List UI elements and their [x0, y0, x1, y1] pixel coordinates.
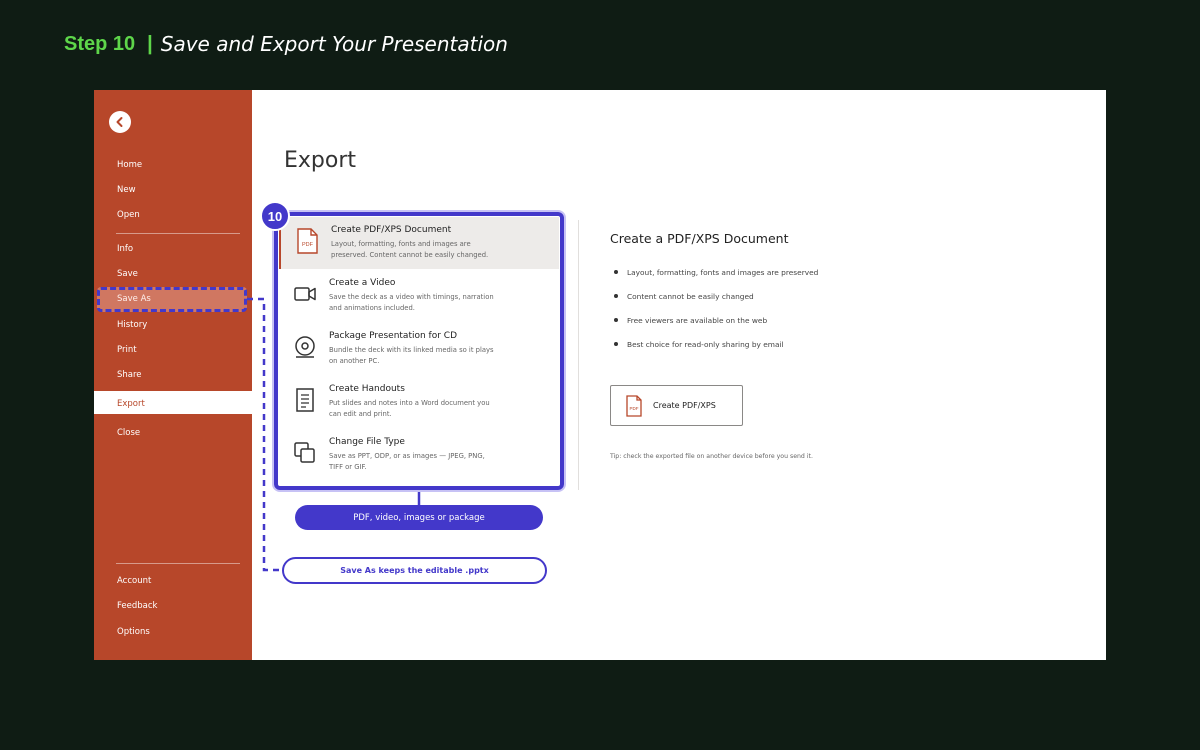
bullet-dot: [614, 342, 618, 346]
step-number-badge: 10: [260, 201, 290, 231]
step-separator: |: [147, 32, 153, 55]
bullet-dot: [614, 318, 618, 322]
detail-bullet: Content cannot be easily changed: [614, 292, 754, 301]
sidebar-item-options[interactable]: Options: [117, 627, 150, 637]
sidebar-item-export[interactable]: Export: [117, 399, 145, 409]
arrow-left-icon: [116, 117, 123, 127]
step-label: Step 10: [64, 32, 136, 55]
save-as-label: Save As keeps the editable .pptx: [282, 557, 547, 584]
sidebar-item-close[interactable]: Close: [117, 428, 140, 438]
bullet-text: Layout, formatting, fonts and images are…: [627, 268, 819, 277]
sidebar-item-feedback[interactable]: Feedback: [117, 601, 157, 611]
bullet-text: Free viewers are available on the web: [627, 316, 768, 325]
sidebar-item-account[interactable]: Account: [117, 576, 151, 586]
svg-text:PDF: PDF: [630, 406, 639, 411]
back-button[interactable]: [109, 111, 131, 133]
pdf-icon: PDF: [626, 395, 642, 417]
bullet-text: Best choice for read-only sharing by ema…: [627, 340, 784, 349]
save-as-highlight: [97, 287, 247, 312]
sidebar-item-history[interactable]: History: [117, 320, 147, 330]
sidebar-item-open[interactable]: Open: [117, 210, 140, 220]
detail-title: Create a PDF/XPS Document: [610, 231, 789, 246]
step-header: Step 10 | Save and Export Your Presentat…: [64, 32, 508, 56]
detail-bullet: Free viewers are available on the web: [614, 316, 768, 325]
sidebar-item-share[interactable]: Share: [117, 370, 142, 380]
sidebar-item-save[interactable]: Save: [117, 269, 138, 279]
export-options-label: PDF, video, images or package: [295, 505, 543, 530]
step-title: Save and Export Your Presentation: [160, 32, 508, 56]
bullet-dot: [614, 270, 618, 274]
sidebar-item-new[interactable]: New: [117, 185, 136, 195]
detail-divider: [578, 220, 579, 490]
backstage-sidebar: Home New Open Info Save Save As History …: [94, 90, 252, 660]
sidebar-divider: [116, 233, 240, 234]
sidebar-item-info[interactable]: Info: [117, 244, 133, 254]
sidebar-item-home[interactable]: Home: [117, 160, 142, 170]
sidebar-divider: [116, 563, 240, 564]
detail-bullet: Best choice for read-only sharing by ema…: [614, 340, 784, 349]
create-pdf-button[interactable]: PDF Create PDF/XPS: [610, 385, 743, 426]
tip-text: Tip: check the exported file on another …: [610, 453, 813, 460]
app-window: Home New Open Info Save Save As History …: [94, 90, 1106, 660]
bullet-text: Content cannot be easily changed: [627, 292, 754, 301]
sidebar-item-print[interactable]: Print: [117, 345, 137, 355]
create-pdf-button-label: Create PDF/XPS: [653, 401, 716, 410]
page-title: Export: [284, 148, 357, 173]
export-options-callout: [274, 212, 564, 490]
detail-bullet: Layout, formatting, fonts and images are…: [614, 268, 819, 277]
bullet-dot: [614, 294, 618, 298]
